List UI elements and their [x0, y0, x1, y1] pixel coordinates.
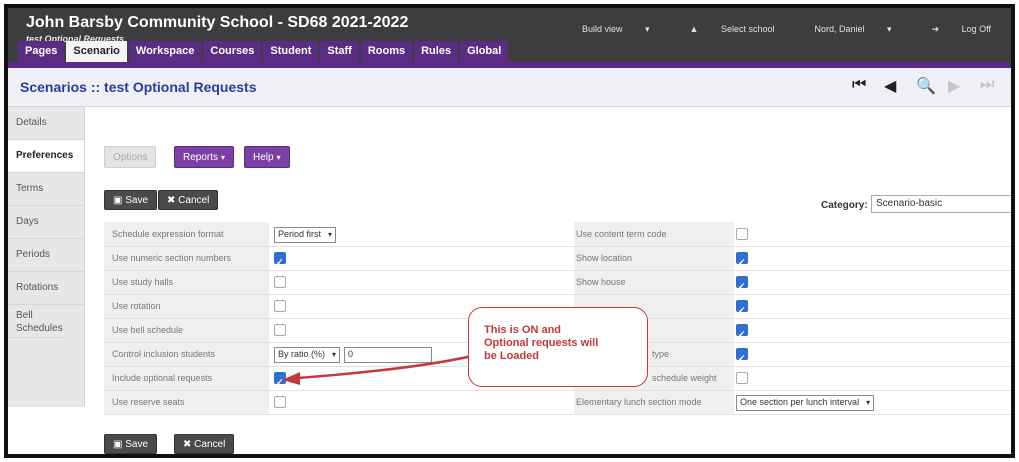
callout-line-2: Optional requests will: [484, 337, 599, 349]
cancel-button-bottom[interactable]: ✖ Cancel: [174, 434, 235, 454]
save-button-bottom[interactable]: ▣ Save: [104, 434, 158, 454]
export-icon[interactable]: ⧉: [1013, 144, 1015, 159]
close-icon: ✖: [183, 439, 192, 450]
callout-arrow: [282, 351, 485, 385]
callout-line-3: be Loaded: [484, 350, 540, 362]
callout-text: This is ON and Optional requests will be…: [484, 324, 634, 363]
save-label: Save: [125, 439, 149, 450]
cancel-label: Cancel: [194, 439, 226, 450]
app-window: John Barsby Community School - SD68 2021…: [4, 4, 1015, 458]
save-icon: ▣: [113, 439, 123, 450]
callout-line-1: This is ON and: [484, 324, 562, 336]
